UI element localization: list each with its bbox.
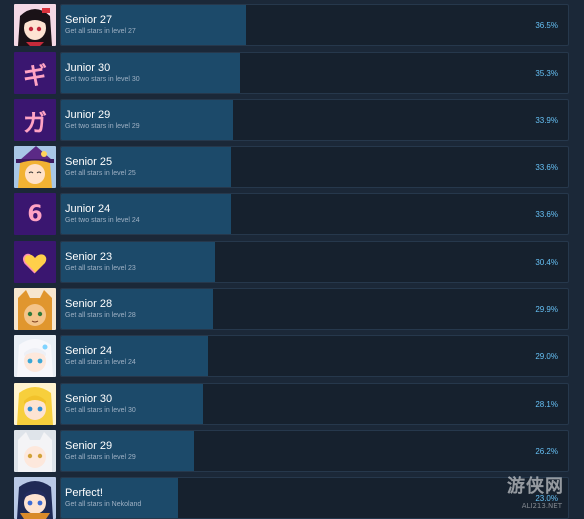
progress-bar: Junior 24 Get two stars in level 24 33.6… [60,193,569,235]
achievement-description: Get all stars in level 28 [65,312,136,319]
achievement-description: Get all stars in level 25 [65,170,136,177]
achievement-row[interactable]: Senior 29 Get all stars in level 29 26.2… [14,430,569,472]
progress-bar: Senior 29 Get all stars in level 29 26.2… [60,430,569,472]
achievement-row[interactable]: Senior 27 Get all stars in level 27 36.5… [14,4,569,46]
witch-girl-avatar-icon [14,146,56,188]
achievement-description: Get two stars in level 24 [65,217,140,224]
katakana-gi-icon: ギ [14,52,56,94]
heart-icon [14,241,56,283]
achievement-percent: 33.6% [535,210,558,219]
achievement-description: Get all stars in Nekoland [65,501,142,508]
achievement-title: Junior 29 [65,109,111,121]
progress-bar: Senior 27 Get all stars in level 27 36.5… [60,4,569,46]
progress-bar: Perfect! Get all stars in Nekoland 23.0% [60,477,569,519]
achievement-description: Get all stars in level 30 [65,407,136,414]
achievement-title: Senior 23 [65,251,113,263]
achievement-description: Get all stars in level 29 [65,454,136,461]
blonde-girl-avatar-icon [14,383,56,425]
achievement-percent: 33.6% [535,163,558,172]
achievement-description: Get two stars in level 30 [65,76,140,83]
achievement-title: Senior 25 [65,156,113,168]
achievement-description: Get all stars in level 23 [65,265,136,272]
progress-bar: Senior 28 Get all stars in level 28 29.9… [60,288,569,330]
fox-girl-avatar-icon [14,288,56,330]
achievement-description: Get all stars in level 27 [65,28,136,35]
achievement-percent: 26.2% [535,447,558,456]
achievement-percent: 33.9% [535,116,558,125]
watermark-subtext: ALI213.NET [521,502,562,510]
achievement-title: Junior 30 [65,62,111,74]
achievement-description: Get all stars in level 24 [65,359,136,366]
achievement-description: Get two stars in level 29 [65,123,140,130]
achievement-percent: 29.0% [535,352,558,361]
achievement-row[interactable]: 6 Junior 24 Get two stars in level 24 33… [14,193,569,235]
achievement-title: Perfect! [65,487,103,499]
achievement-row[interactable]: Senior 23 Get all stars in level 23 30.4… [14,241,569,283]
achievement-title: Senior 30 [65,393,113,405]
achievement-title: Junior 24 [65,203,111,215]
achievement-row[interactable]: ガ Junior 29 Get two stars in level 29 33… [14,99,569,141]
achievement-percent: 30.4% [535,258,558,267]
achievement-row[interactable]: ギ Junior 30 Get two stars in level 30 35… [14,52,569,94]
achievement-row[interactable]: Senior 24 Get all stars in level 24 29.0… [14,335,569,377]
achievement-percent: 35.3% [535,69,558,78]
achievement-percent: 36.5% [535,21,558,30]
achievement-title: Senior 27 [65,14,113,26]
achievement-percent: 28.1% [535,400,558,409]
progress-bar: Senior 24 Get all stars in level 24 29.0… [60,335,569,377]
achievement-row[interactable]: Senior 28 Get all stars in level 28 29.9… [14,288,569,330]
progress-bar: Senior 23 Get all stars in level 23 30.4… [60,241,569,283]
achievement-title: Senior 28 [65,298,113,310]
number-six-icon: 6 [14,193,56,235]
achievement-title: Senior 24 [65,345,113,357]
anime-girl-avatar-icon [14,4,56,46]
watermark-logo: 游侠网 [507,476,564,497]
achievement-row[interactable]: Senior 30 Get all stars in level 30 28.1… [14,383,569,425]
progress-bar: Senior 25 Get all stars in level 25 33.6… [60,146,569,188]
white-hair-girl-avatar-icon [14,335,56,377]
progress-bar: Junior 30 Get two stars in level 30 35.3… [60,52,569,94]
achievement-row[interactable]: Perfect! Get all stars in Nekoland 23.0% [14,477,569,519]
achievement-row[interactable]: Senior 25 Get all stars in level 25 33.6… [14,146,569,188]
progress-bar: Senior 30 Get all stars in level 30 28.1… [60,383,569,425]
white-cat-girl-avatar-icon [14,430,56,472]
progress-bar: Junior 29 Get two stars in level 29 33.9… [60,99,569,141]
dark-hair-girl-avatar-icon [14,477,56,519]
achievement-percent: 29.9% [535,305,558,314]
katakana-ga-icon: ガ [14,99,56,141]
achievement-title: Senior 29 [65,440,113,452]
